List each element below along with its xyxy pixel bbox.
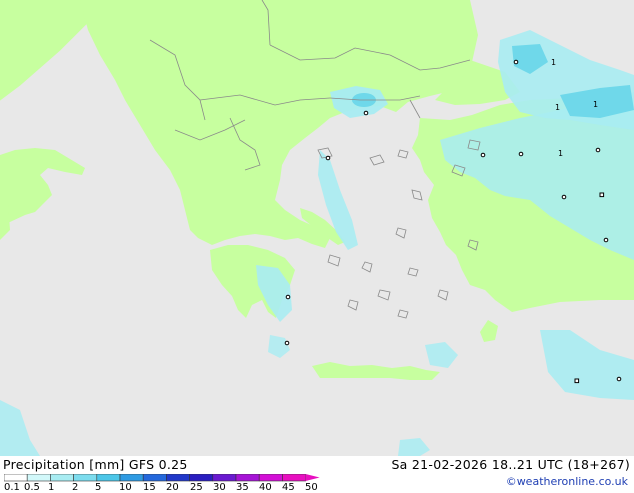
map-value-label: 1	[551, 58, 556, 67]
legend-tick-label: 50	[305, 482, 318, 493]
map-title: Precipitation [mm] GFS 0.25	[3, 457, 188, 472]
station-marker	[325, 155, 331, 161]
station-marker	[603, 237, 609, 243]
legend-swatch	[212, 474, 237, 482]
map-value-label: 1	[593, 100, 598, 109]
legend-swatch	[235, 474, 260, 482]
valid-time: Sa 21-02-2026 18..21 UTC (18+267)	[391, 457, 630, 472]
legend-swatch	[73, 474, 98, 482]
station-marker	[595, 147, 601, 153]
map-footer: Precipitation [mm] GFS 0.25 Sa 21-02-202…	[0, 456, 634, 493]
legend-tick-label: 25	[190, 482, 203, 493]
legend-swatch	[4, 474, 28, 482]
station-marker	[599, 192, 605, 198]
legend-swatch	[96, 474, 121, 482]
station-marker	[363, 110, 369, 116]
legend-tick-label: 2	[72, 482, 79, 493]
legend-tick-label: 45	[282, 482, 295, 493]
legend-swatch	[166, 474, 190, 482]
legend-arrow	[305, 474, 320, 481]
legend-swatch	[282, 474, 306, 482]
legend-swatch	[119, 474, 144, 482]
station-marker	[513, 59, 519, 65]
map-value-label: 1	[555, 103, 560, 112]
legend-tick-label: 15	[143, 482, 156, 493]
legend-tick-label: 0.5	[24, 482, 40, 493]
legend-tick-label: 20	[166, 482, 179, 493]
legend-tick-label: 0.1	[4, 482, 20, 493]
station-marker	[285, 294, 291, 300]
legend-tick-label: 10	[119, 482, 132, 493]
legend-tick-label: 35	[236, 482, 249, 493]
legend-swatch	[189, 474, 214, 482]
weather-map: 1 1 1 1	[0, 0, 634, 456]
station-marker	[616, 376, 622, 382]
precip-legend	[4, 474, 320, 482]
legend-swatch	[142, 474, 167, 482]
legend-tick-label: 40	[259, 482, 272, 493]
station-marker	[561, 194, 567, 200]
legend-swatch	[50, 474, 74, 482]
legend-tick-label: 1	[48, 482, 55, 493]
legend-swatch	[258, 474, 283, 482]
legend-swatch	[26, 474, 51, 482]
station-marker	[518, 151, 524, 157]
station-marker	[480, 152, 486, 158]
station-marker	[574, 378, 580, 384]
map-value-label: 1	[558, 149, 563, 158]
station-marker	[284, 340, 290, 346]
credit-link[interactable]: ©weatheronline.co.uk	[506, 475, 628, 488]
legend-tick-label: 5	[95, 482, 102, 493]
legend-tick-label: 30	[213, 482, 226, 493]
